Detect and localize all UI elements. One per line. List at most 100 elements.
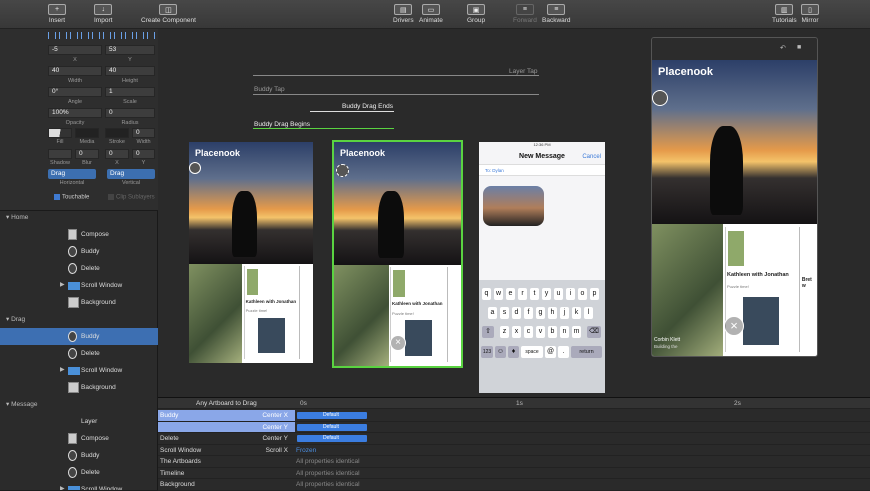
shadow-x-field[interactable]: 0 <box>105 149 129 159</box>
angle-field[interactable]: 0° <box>48 87 102 97</box>
backspace-key[interactable]: ⌫ <box>587 326 601 338</box>
shadow-y-field[interactable]: 0 <box>132 149 155 159</box>
key[interactable]: k <box>572 307 581 319</box>
key[interactable]: o <box>578 288 587 300</box>
to-field[interactable]: To: Dylan <box>479 164 605 176</box>
layer-item[interactable]: Compose <box>0 226 158 243</box>
layer-item[interactable]: ▶ Scroll Window <box>0 277 158 294</box>
buddy-avatar-selected[interactable] <box>336 164 349 177</box>
delete-icon[interactable]: × <box>724 316 744 336</box>
artboard-home[interactable]: Placenook Kathleen with Jonathan Puzzle t… <box>189 142 313 363</box>
group-message[interactable]: ▾ Message <box>0 398 158 412</box>
key[interactable]: y <box>542 288 551 300</box>
timeline-row[interactable]: Scroll Window Scroll X Frozen <box>158 445 870 456</box>
key[interactable]: i <box>566 288 575 300</box>
buddy-avatar[interactable] <box>652 90 668 106</box>
space-key[interactable]: space <box>521 346 543 358</box>
layer-item[interactable]: ▶ Scroll Window <box>0 481 158 490</box>
horizontal-select[interactable]: Drag <box>48 169 96 179</box>
key[interactable]: j <box>560 307 569 319</box>
timeline-row[interactable]: Delete Center Y Default <box>158 433 870 445</box>
y-field[interactable]: 53 <box>105 45 155 55</box>
emoji-key[interactable]: ☺ <box>495 346 506 358</box>
layer-tap-label[interactable]: Layer Tap <box>509 68 537 75</box>
layer-item[interactable]: Layer <box>0 413 158 430</box>
cancel-button[interactable]: Cancel <box>582 154 601 160</box>
key[interactable]: m <box>572 326 581 338</box>
timeline-row[interactable]: Timeline All properties identical <box>158 468 870 479</box>
disclosure-icon[interactable]: ▶ <box>60 277 65 294</box>
stroke-width-field[interactable]: 0 <box>132 128 155 138</box>
transition-title[interactable]: Any Artboard to Drag <box>196 400 257 407</box>
forward-button[interactable]: ≡ Forward <box>513 4 537 24</box>
layer-item[interactable]: Delete <box>0 464 158 481</box>
layer-item[interactable]: ▶ Scroll Window <box>0 362 158 379</box>
key[interactable]: l <box>584 307 593 319</box>
tutorials-button[interactable]: ▥ Tutorials <box>772 4 797 24</box>
timeline-row[interactable]: Buddy Center X Default <box>158 410 870 422</box>
key[interactable]: h <box>548 307 557 319</box>
timeline-row[interactable]: The Artboards All properties identical <box>158 456 870 468</box>
blur-field[interactable]: 0 <box>75 149 99 159</box>
backward-button[interactable]: ≡ Backward <box>542 4 571 24</box>
import-button[interactable]: ↓ Import <box>94 4 112 24</box>
fill-well[interactable] <box>48 128 72 138</box>
scale-field[interactable]: 1 <box>105 87 155 97</box>
align-tools[interactable] <box>48 32 155 39</box>
preview-window[interactable]: ↶ ■ Placenook Corbin Klett Building the K… <box>651 37 818 357</box>
x-field[interactable]: -5 <box>48 45 102 55</box>
layer-item[interactable]: Compose <box>0 430 158 447</box>
layer-item[interactable]: Buddy <box>0 447 158 464</box>
radius-field[interactable]: 0 <box>105 108 155 118</box>
key[interactable]: d <box>512 307 521 319</box>
layer-item[interactable]: Buddy <box>0 243 158 260</box>
mirror-button[interactable]: ▯ Mirror <box>801 4 819 24</box>
delete-icon[interactable]: × <box>390 335 406 351</box>
layer-item[interactable]: Background <box>0 294 158 311</box>
buddy-tap-label[interactable]: Buddy Tap <box>254 86 285 93</box>
disclosure-icon[interactable]: ▶ <box>60 481 65 490</box>
width-field[interactable]: 40 <box>48 66 102 76</box>
artboard-message[interactable]: 12:36 PM New Message Cancel To: Dylan q … <box>479 142 605 393</box>
artboard-drag[interactable]: Placenook Kathleen with Jonathan Puzzle t… <box>332 140 463 368</box>
shift-key[interactable]: ⇧ <box>482 326 494 338</box>
key[interactable]: b <box>548 326 557 338</box>
drivers-button[interactable]: ▤ Drivers <box>393 4 414 24</box>
clip-sublayers-checkbox[interactable]: Clip Sublayers <box>108 194 155 201</box>
key[interactable]: n <box>560 326 569 338</box>
key[interactable]: x <box>512 326 521 338</box>
timeline-row[interactable]: Center Y Default <box>158 421 870 433</box>
buddy-drag-ends-label[interactable]: Buddy Drag Ends <box>342 103 393 110</box>
group-drag[interactable]: ▾ Drag <box>0 313 158 327</box>
create-component-button[interactable]: ◫ Create Component <box>141 4 196 24</box>
numbers-key[interactable]: 123 <box>481 346 493 358</box>
shadow-well[interactable] <box>48 149 72 159</box>
key[interactable]: f <box>524 307 533 319</box>
curve-pill[interactable]: Default <box>297 412 367 419</box>
key[interactable]: v <box>536 326 545 338</box>
curve-pill[interactable]: Default <box>297 435 367 442</box>
canvas[interactable]: Layer Tap Buddy Tap Buddy Drag Ends Budd… <box>158 29 870 397</box>
key[interactable]: w <box>494 288 503 300</box>
buddy-avatar[interactable] <box>189 162 201 174</box>
key[interactable]: @ <box>545 346 556 358</box>
vertical-select[interactable]: Drag <box>107 169 155 179</box>
key[interactable]: . <box>558 346 569 358</box>
key[interactable]: e <box>506 288 515 300</box>
opacity-field[interactable]: 100% <box>48 108 102 118</box>
disclosure-icon[interactable]: ▶ <box>60 362 65 379</box>
height-field[interactable]: 40 <box>105 66 155 76</box>
curve-pill[interactable]: Default <box>297 423 367 431</box>
key[interactable]: r <box>518 288 527 300</box>
layer-item[interactable]: Delete <box>0 260 158 277</box>
key[interactable]: s <box>500 307 509 319</box>
mic-key[interactable]: ♦ <box>508 346 519 358</box>
touchable-checkbox[interactable]: Touchable <box>54 194 89 201</box>
layer-item[interactable]: Delete <box>0 345 158 362</box>
timeline-row[interactable]: Background All properties identical <box>158 479 870 491</box>
camera-icon[interactable]: ■ <box>797 44 801 51</box>
key[interactable]: z <box>500 326 509 338</box>
key[interactable]: u <box>554 288 563 300</box>
key[interactable]: p <box>590 288 599 300</box>
preview-screen[interactable]: Placenook Corbin Klett Building the Kath… <box>652 60 817 356</box>
